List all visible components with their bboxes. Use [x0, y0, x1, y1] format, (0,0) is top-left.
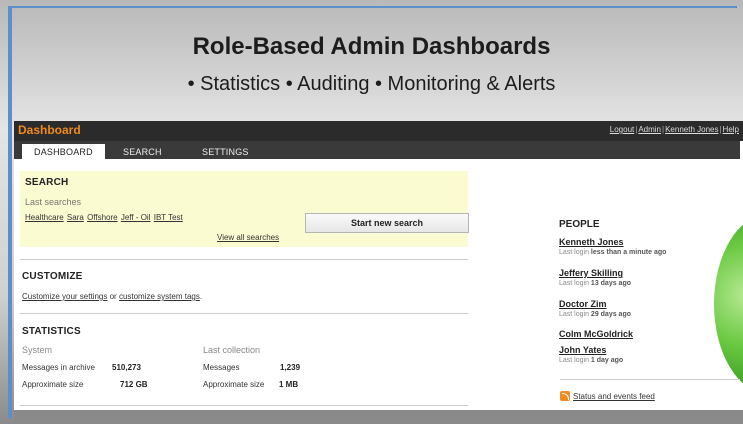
customize-tags-link[interactable]: customize system tags [119, 292, 200, 301]
header-links: Logout|Admin|Kenneth Jones|Help [609, 125, 739, 134]
person-john-yates[interactable]: John Yates [559, 345, 606, 355]
divider [20, 313, 468, 314]
approx-size-label: Approximate size [22, 380, 84, 389]
customize-connector: or [107, 292, 119, 301]
search-link-ibt-test[interactable]: IBT Test [154, 213, 183, 222]
divider [20, 259, 468, 260]
person-login: Last login 13 days ago [559, 280, 631, 287]
user-link[interactable]: Kenneth Jones [665, 125, 718, 134]
admin-link[interactable]: Admin [638, 125, 661, 134]
customize-text: Customize your settings or customize sys… [22, 292, 202, 301]
people-title: PEOPLE [559, 219, 600, 230]
tab-dashboard[interactable]: DASHBOARD [22, 144, 105, 159]
dashboard-screenshot: Dashboard Logout|Admin|Kenneth Jones|Hel… [14, 121, 743, 411]
last-searches-label: Last searches [25, 197, 82, 207]
recent-search-links: Healthcare Sara Offshore Jeff - Oil IBT … [25, 213, 184, 222]
bottom-strip [14, 410, 743, 424]
start-new-search-button[interactable]: Start new search [305, 213, 469, 233]
last-messages-value: 1,239 [280, 363, 301, 372]
slide-subtitle: • Statistics • Auditing • Monitoring & A… [187, 73, 556, 95]
person-jeffery-skilling[interactable]: Jeffery Skilling [559, 268, 623, 278]
tab-settings[interactable]: SETTINGS [190, 144, 261, 159]
divider [20, 405, 468, 406]
search-panel: SEARCH Last searches Healthcare Sara Off… [20, 171, 469, 247]
search-link-healthcare[interactable]: Healthcare [25, 213, 64, 222]
brand-title: Dashboard [18, 123, 81, 137]
system-label: System [22, 345, 53, 355]
view-all-searches-link[interactable]: View all searches [217, 233, 279, 242]
status-feed: Status and events feed [560, 391, 655, 401]
rss-feed-icon [560, 391, 570, 401]
statistics-title: STATISTICS [22, 326, 81, 337]
messages-archive-value: 510,273 [112, 363, 141, 372]
customize-title: CUSTOMIZE [22, 271, 83, 282]
last-size-label: Approximate size [203, 380, 265, 389]
person-doctor-zim[interactable]: Doctor Zim [559, 299, 607, 309]
top-bar: Dashboard Logout|Admin|Kenneth Jones|Hel… [14, 121, 743, 141]
last-size-value: 1 MB [279, 380, 299, 389]
search-link-offshore[interactable]: Offshore [87, 213, 118, 222]
person-login: Last login 1 day ago [559, 357, 624, 364]
logout-link[interactable]: Logout [610, 125, 634, 134]
person-login: Last login 29 days ago [559, 311, 631, 318]
slide-title: Role-Based Admin Dashboards [192, 33, 551, 60]
customize-end: . [199, 292, 203, 301]
person-colm-mcgoldrick[interactable]: Colm McGoldrick [559, 329, 633, 339]
last-collection-label: Last collection [203, 345, 261, 355]
search-link-sara[interactable]: Sara [67, 213, 84, 222]
approx-size-value: 712 GB [120, 380, 148, 389]
person-login: Last login less than a minute ago [559, 249, 667, 256]
last-messages-label: Messages [203, 363, 240, 372]
tab-search[interactable]: SEARCH [111, 144, 174, 159]
customize-settings-link[interactable]: Customize your settings [22, 292, 107, 301]
person-kenneth-jones[interactable]: Kenneth Jones [559, 237, 624, 247]
people-divider [560, 379, 740, 380]
green-globe-graphic [714, 214, 743, 394]
tab-bar: DASHBOARD SEARCH SETTINGS [14, 141, 740, 159]
help-link[interactable]: Help [723, 125, 739, 134]
messages-archive-label: Messages in archive [22, 363, 95, 372]
status-events-feed-link[interactable]: Status and events feed [573, 392, 655, 401]
search-title: SEARCH [25, 177, 69, 188]
search-link-jeff-oil[interactable]: Jeff - Oil [121, 213, 151, 222]
